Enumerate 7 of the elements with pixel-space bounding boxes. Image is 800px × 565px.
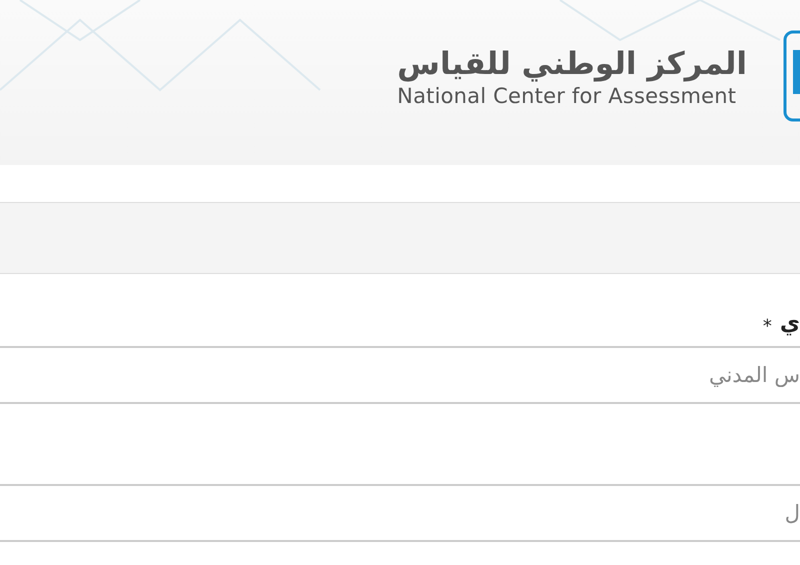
logo-title: المركز الوطني للقياس <box>397 47 747 82</box>
logo-icon <box>783 30 800 122</box>
input-field[interactable]: س المدني <box>0 346 800 404</box>
field-label: ي <box>780 310 800 338</box>
logo-subtitle: National Center for Assessment <box>397 83 738 110</box>
required-mark: * <box>762 315 772 339</box>
input-field[interactable]: ل <box>0 484 800 542</box>
